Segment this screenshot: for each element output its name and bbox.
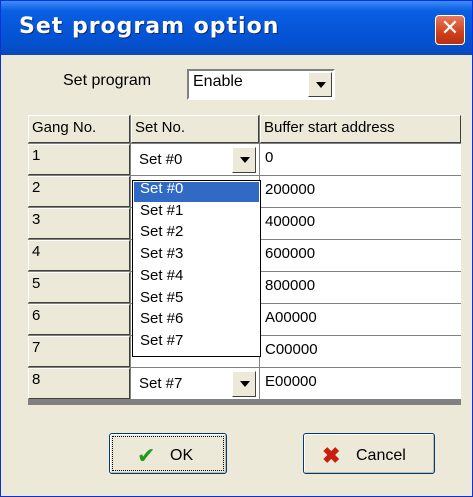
set-number-value: Set #0 (139, 151, 183, 168)
chevron-down-icon (240, 157, 250, 163)
set-dropdown-button[interactable] (232, 147, 256, 173)
buffer-address-cell[interactable]: 400000 (260, 208, 461, 239)
set-option[interactable]: Set #0 (134, 181, 259, 202)
gang-number-cell: 7 (28, 336, 130, 367)
buffer-address-cell[interactable]: C00000 (260, 336, 461, 367)
gang-number-cell: 3 (28, 208, 130, 239)
checkmark-icon: ✔ (137, 443, 156, 468)
buffer-address-cell[interactable]: 0 (260, 144, 461, 175)
set-option[interactable]: Set #3 (134, 246, 259, 267)
gang-number-cell: 8 (28, 368, 130, 399)
buffer-address-cell[interactable]: 600000 (260, 240, 461, 271)
dialog-window: Set program option ✕ Set program Enable … (0, 0, 473, 497)
ok-button[interactable]: ✔ OK (109, 433, 227, 474)
set-option[interactable]: Set #1 (134, 203, 259, 224)
title-bar[interactable]: Set program option ✕ (1, 1, 472, 55)
chevron-down-icon (240, 381, 250, 387)
chevron-down-icon (316, 82, 326, 88)
set-number-value: Set #7 (139, 375, 183, 392)
set-option[interactable]: Set #6 (134, 311, 259, 332)
set-number-cell[interactable]: Set #7 (131, 368, 259, 399)
buffer-address-cell[interactable]: E00000 (260, 368, 461, 399)
set-option[interactable]: Set #4 (134, 268, 259, 289)
set-program-label: Set program (63, 72, 152, 89)
set-program-dropdown-button[interactable] (308, 72, 332, 97)
set-program-select[interactable]: Enable (187, 69, 335, 100)
col-header-address: Buffer start address (260, 115, 461, 143)
col-header-gang: Gang No. (28, 115, 130, 143)
buffer-address-cell[interactable]: 200000 (260, 176, 461, 207)
window-title: Set program option (19, 14, 280, 39)
buffer-address-cell[interactable]: 800000 (260, 272, 461, 303)
col-header-set: Set No. (131, 115, 259, 143)
gang-number-cell: 6 (28, 304, 130, 335)
gang-number-cell: 5 (28, 272, 130, 303)
close-button[interactable]: ✕ (435, 15, 465, 45)
set-option[interactable]: Set #2 (134, 224, 259, 245)
buffer-address-cell[interactable]: A00000 (260, 304, 461, 335)
set-program-value: Enable (193, 73, 243, 90)
gang-number-cell: 1 (28, 144, 130, 175)
cancel-label: Cancel (356, 447, 406, 464)
cancel-button[interactable]: ✖ Cancel (303, 433, 435, 474)
x-icon: ✖ (322, 443, 341, 468)
gang-number-cell: 4 (28, 240, 130, 271)
close-icon: ✕ (440, 16, 460, 41)
set-dropdown-button[interactable] (232, 371, 256, 397)
ok-label: OK (170, 447, 194, 464)
set-option[interactable]: Set #7 (134, 333, 259, 354)
set-number-cell[interactable]: Set #0 (131, 144, 259, 175)
set-option[interactable]: Set #5 (134, 290, 259, 311)
gang-number-cell: 2 (28, 176, 130, 207)
set-dropdown-list[interactable]: Set #0 Set #1 Set #2 Set #3 Set #4 Set #5 Set … (132, 180, 261, 357)
